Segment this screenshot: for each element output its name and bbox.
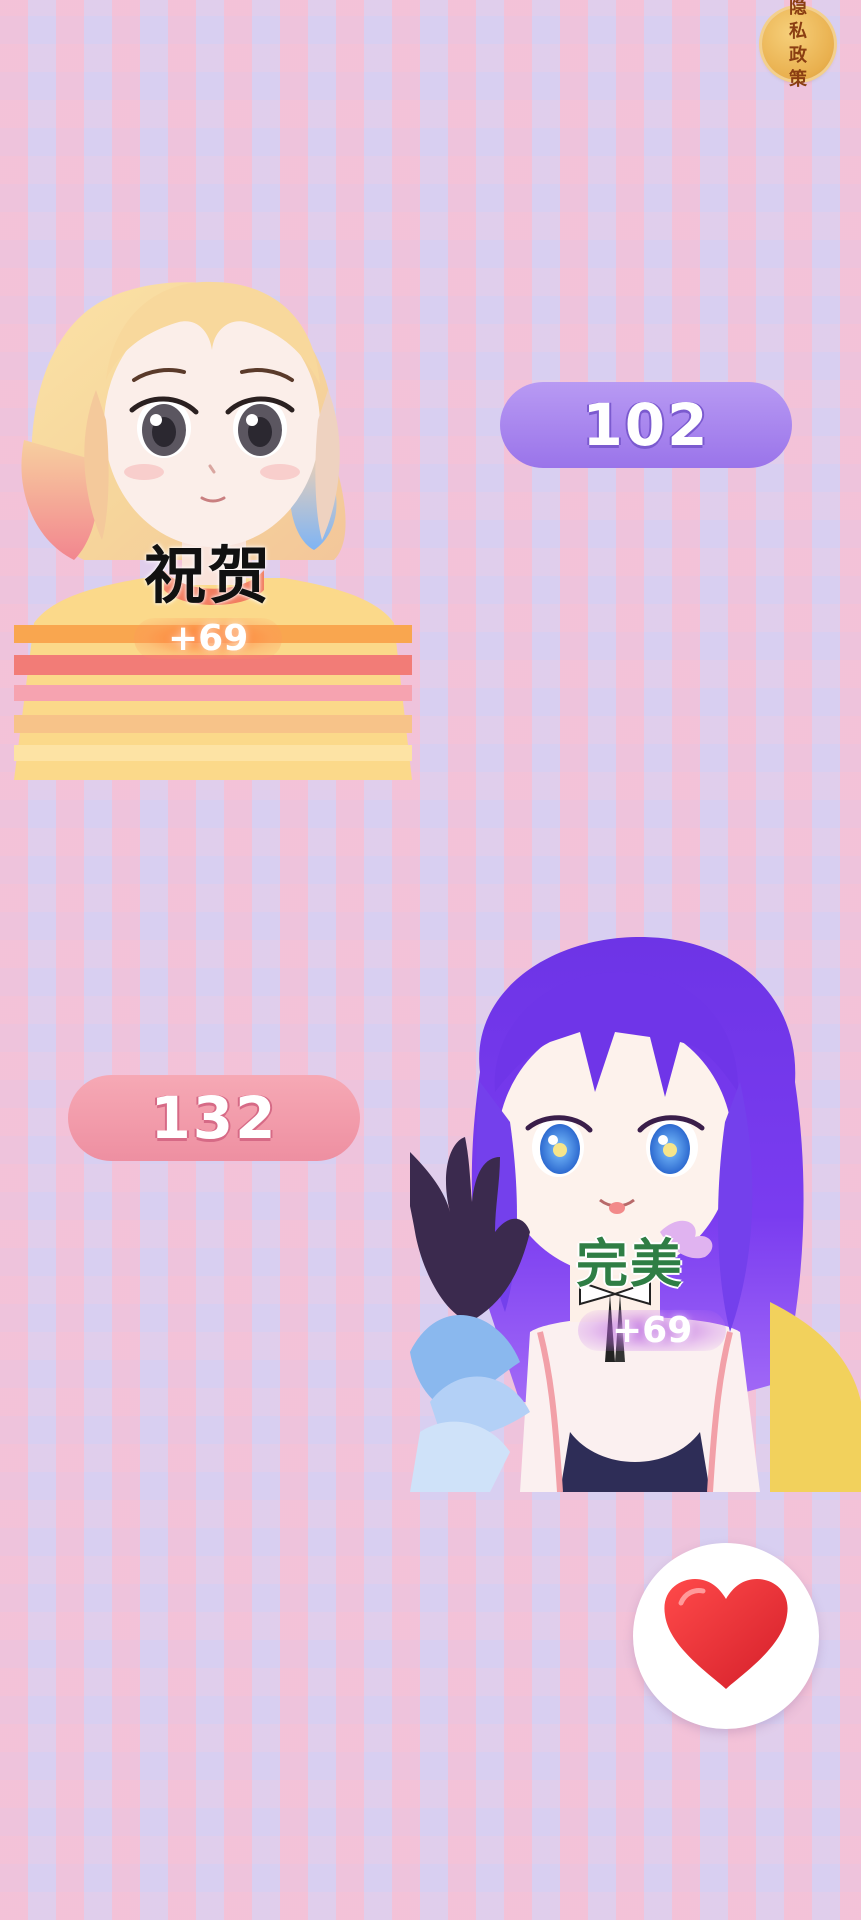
score-counter-bottom: 132 [68, 1075, 360, 1161]
character-left-illustration [14, 281, 412, 780]
reaction-text-right: 完美 [576, 1235, 685, 1295]
reaction-text-left: 祝贺 [144, 539, 273, 612]
like-button[interactable] [633, 1543, 819, 1729]
character-right-illustration [410, 937, 861, 1492]
privacy-policy-label: 隐私政策 [789, 0, 813, 90]
character-left: 祝贺 +69 [14, 240, 412, 780]
points-popup-left: +69 [134, 618, 283, 659]
heart-icon [664, 1579, 788, 1689]
game-screen: 隐私政策 祝贺 +69 完美 +69 102 132 [0, 0, 861, 1920]
points-popup-right: +69 [578, 1310, 727, 1351]
character-right: 完美 +69 [410, 932, 861, 1492]
score-counter-top: 102 [500, 382, 792, 468]
privacy-policy-button[interactable]: 隐私政策 [762, 0, 834, 90]
